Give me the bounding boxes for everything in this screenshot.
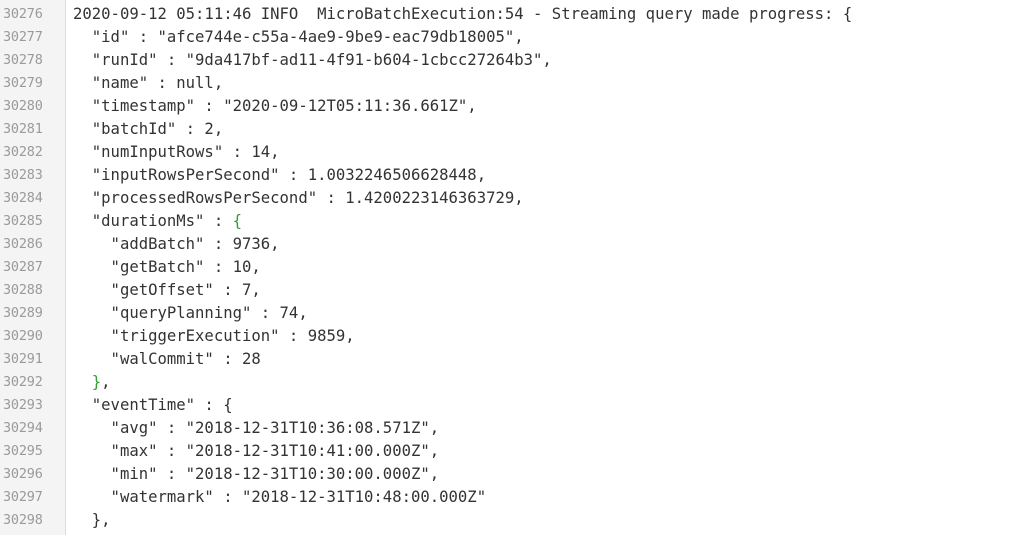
line-text[interactable]: "avg" : "2018-12-31T10:36:08.571Z",	[73, 417, 440, 440]
log-line: 30295 "max" : "2018-12-31T10:41:00.000Z"…	[0, 440, 1024, 463]
log-line: 30285 "durationMs" : {	[0, 210, 1024, 233]
line-number: 30282	[3, 144, 43, 160]
log-line: 30297 "watermark" : "2018-12-31T10:48:00…	[0, 486, 1024, 509]
log-line: 30291 "walCommit" : 28	[0, 348, 1024, 371]
log-viewer[interactable]: 30276 2020-09-12 05:11:46 INFO MicroBatch…	[0, 0, 1024, 535]
line-text[interactable]: "walCommit" : 28	[73, 348, 261, 371]
line-number: 30290	[3, 328, 43, 344]
line-text[interactable]: "queryPlanning" : 74,	[73, 302, 308, 325]
line-number: 30281	[3, 121, 43, 137]
matched-brace: {	[232, 212, 242, 230]
line-number: 30291	[3, 351, 43, 367]
line-number: 30278	[3, 52, 43, 68]
line-text[interactable]: 2020-09-12 05:11:46 INFO MicroBatchExecu…	[73, 3, 852, 26]
line-number: 30296	[3, 466, 43, 482]
line-text[interactable]: "min" : "2018-12-31T10:30:00.000Z",	[73, 463, 440, 486]
line-number: 30293	[3, 397, 43, 413]
line-text[interactable]: "addBatch" : 9736,	[73, 233, 280, 256]
log-line: 30278 "runId" : "9da417bf-ad11-4f91-b604…	[0, 49, 1024, 72]
line-number: 30287	[3, 259, 43, 275]
line-text[interactable]: "eventTime" : {	[73, 394, 233, 417]
line-number: 30288	[3, 282, 43, 298]
line-number: 30280	[3, 98, 43, 114]
log-line: 30293 "eventTime" : {	[0, 394, 1024, 417]
matched-brace: }	[91, 373, 102, 391]
log-line: 30288 "getOffset" : 7,	[0, 279, 1024, 302]
line-text-suffix: ,	[101, 373, 111, 391]
log-line: 30277 "id" : "afce744e-c55a-4ae9-9be9-ea…	[0, 26, 1024, 49]
line-text[interactable]: "watermark" : "2018-12-31T10:48:00.000Z"	[73, 486, 487, 509]
log-line: 30296 "min" : "2018-12-31T10:30:00.000Z"…	[0, 463, 1024, 486]
log-line: 30282 "numInputRows" : 14,	[0, 141, 1024, 164]
log-line: 30286 "addBatch" : 9736,	[0, 233, 1024, 256]
line-text[interactable]: "numInputRows" : 14,	[73, 141, 280, 164]
line-text[interactable]: },	[73, 509, 111, 532]
log-line: 30287 "getBatch" : 10,	[0, 256, 1024, 279]
line-number: 30295	[3, 443, 43, 459]
log-line: 30290 "triggerExecution" : 9859,	[0, 325, 1024, 348]
line-number: 30289	[3, 305, 43, 321]
line-number: 30297	[3, 489, 43, 505]
line-text[interactable]: "triggerExecution" : 9859,	[73, 325, 355, 348]
line-number: 30277	[3, 29, 43, 45]
line-text[interactable]: "runId" : "9da417bf-ad11-4f91-b604-1cbcc…	[73, 49, 552, 72]
log-line: 30294 "avg" : "2018-12-31T10:36:08.571Z"…	[0, 417, 1024, 440]
line-text[interactable]: "batchId" : 2,	[73, 118, 223, 141]
line-text[interactable]: "inputRowsPerSecond" : 1.003224650662844…	[73, 164, 486, 187]
log-line: 30279 "name" : null,	[0, 72, 1024, 95]
line-number: 30285	[3, 213, 43, 229]
line-number: 30286	[3, 236, 43, 252]
line-text-prefix: "durationMs" :	[73, 212, 233, 230]
line-text[interactable]: "name" : null,	[73, 72, 223, 95]
log-line: 30284 "processedRowsPerSecond" : 1.42002…	[0, 187, 1024, 210]
line-text-prefix	[73, 373, 92, 391]
line-number: 30283	[3, 167, 43, 183]
line-text[interactable]: "getBatch" : 10,	[73, 256, 261, 279]
line-number: 30298	[3, 512, 43, 528]
line-text[interactable]: "max" : "2018-12-31T10:41:00.000Z",	[73, 440, 440, 463]
line-number: 30294	[3, 420, 43, 436]
line-text[interactable]: },	[73, 371, 111, 394]
log-line: 30280 "timestamp" : "2020-09-12T05:11:36…	[0, 95, 1024, 118]
log-line: 30283 "inputRowsPerSecond" : 1.003224650…	[0, 164, 1024, 187]
line-text[interactable]: "durationMs" : {	[73, 210, 242, 233]
line-text[interactable]: "id" : "afce744e-c55a-4ae9-9be9-eac79db1…	[73, 26, 524, 49]
log-line: 30289 "queryPlanning" : 74,	[0, 302, 1024, 325]
line-text[interactable]: "processedRowsPerSecond" : 1.42002231463…	[73, 187, 524, 210]
log-line: 30281 "batchId" : 2,	[0, 118, 1024, 141]
log-lines: 30276 2020-09-12 05:11:46 INFO MicroBatch…	[0, 3, 1024, 532]
line-text[interactable]: "getOffset" : 7,	[73, 279, 261, 302]
line-number: 30284	[3, 190, 43, 206]
line-number: 30276	[3, 6, 43, 22]
log-line: 30276 2020-09-12 05:11:46 INFO MicroBatch…	[0, 3, 1024, 26]
log-line: 30298 },	[0, 509, 1024, 532]
line-number: 30279	[3, 75, 43, 91]
line-number: 30292	[3, 374, 43, 390]
log-line: 30292 },	[0, 371, 1024, 394]
line-text[interactable]: "timestamp" : "2020-09-12T05:11:36.661Z"…	[73, 95, 477, 118]
